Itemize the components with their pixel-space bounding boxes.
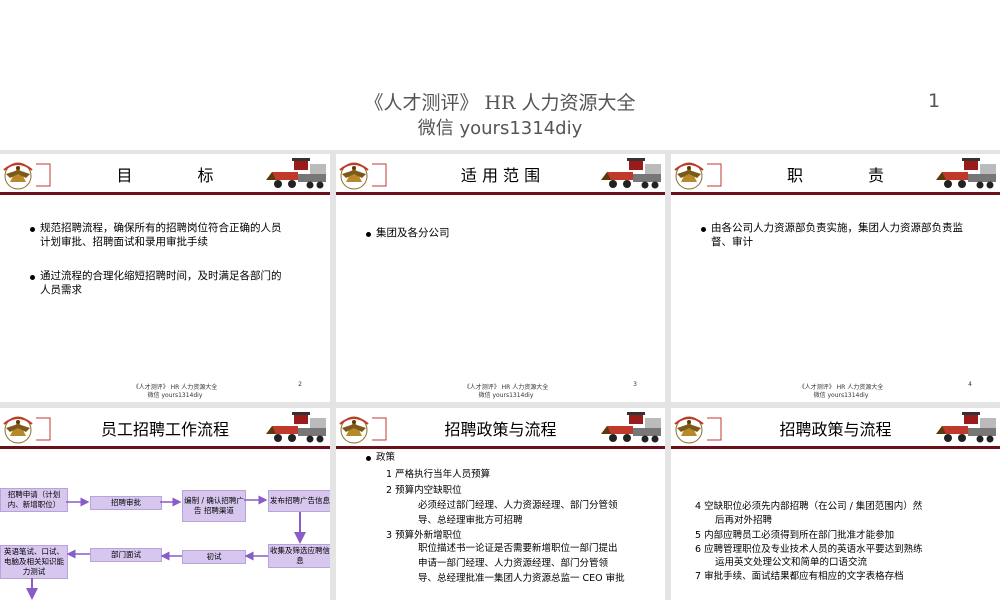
bullet-icon xyxy=(366,456,371,461)
page-title: 《人才测评》 HR 人力资源大全 xyxy=(364,92,636,114)
horse-wagon-icon xyxy=(936,158,998,190)
slide-footer: 《人才测评》 HR 人力资源大全 微信 yours1314diy xyxy=(451,384,561,400)
page-number: 1 xyxy=(928,90,941,112)
policy-item: 职位描述书一论证是否需要新增职位一部门提出 xyxy=(418,543,618,554)
slide-policy-1[interactable]: 招聘政策与流程 政策 1 严格执行当年人员预算 2 预算内空缺职位 必须经过部门… xyxy=(336,408,665,600)
policy-item: 7 审批手续、面试结果都应有相应的文字表格存档 xyxy=(695,571,904,582)
policy-item: 申请一部门经理、人力资源经理、部门分管领 xyxy=(418,558,609,569)
policy-item: 导、总经理批准一集团人力资源总监一 CEO 审批 xyxy=(418,573,625,584)
bullet-icon xyxy=(30,227,35,232)
policy-item: 必须经过部门经理、人力资源经理、部门分管领 xyxy=(418,500,618,511)
slide-footer: 《人才测评》 HR 人力资源大全 微信 yours1314diy xyxy=(786,384,896,400)
slide-page-number: 2 xyxy=(298,381,302,388)
horse-wagon-icon xyxy=(266,158,328,190)
page-subtitle: 微信 yours1314diy xyxy=(417,118,583,139)
policy-item: 1 严格执行当年人员预算 xyxy=(386,469,491,480)
policy-item: 5 内部应聘员工必须得到所在部门批准才能参加 xyxy=(695,530,895,541)
footer-line: 《人才测评》 HR 人力资源大全 xyxy=(132,384,218,391)
bullet-icon xyxy=(30,275,35,280)
policy-item: 3 预算外新增职位 xyxy=(386,530,462,541)
title-divider xyxy=(0,192,330,195)
horse-wagon-icon xyxy=(936,412,998,444)
policy-item: 4 空缺职位必须先内部招聘（在公司 / 集团范围内）然 xyxy=(695,501,923,512)
bullet-icon xyxy=(701,227,706,232)
slide-policy-2[interactable]: 招聘政策与流程 4 空缺职位必须先内部招聘（在公司 / 集团范围内）然 后再对外… xyxy=(671,408,1000,600)
footer-line: 《人才测评》 HR 人力资源大全 xyxy=(463,384,549,391)
title-divider xyxy=(671,446,1000,449)
footer-line: 微信 yours1314diy xyxy=(813,392,869,399)
flow-arrows xyxy=(26,495,306,600)
horse-wagon-icon xyxy=(601,412,663,444)
footer-line: 《人才测评》 HR 人力资源大全 xyxy=(798,384,884,391)
slide-recruitment-flow[interactable]: 员工招聘工作流程 招聘申请（计划内、新增职位） 招聘审批 编制 / 确认招聘广告… xyxy=(0,408,330,600)
horse-wagon-icon xyxy=(601,158,663,190)
bullet-icon xyxy=(366,232,371,237)
bullet-text: 通过流程的合理化缩短招聘时间，及时满足各部门的人员需求 xyxy=(40,270,282,296)
title-divider xyxy=(336,446,665,449)
bullet-text: 规范招聘流程，确保所有的招聘岗位符合正确的人员计划审批、招聘面试和录用审批手续 xyxy=(40,222,282,248)
policy-item: 6 应聘管理职位及专业技术人员的英语水平要达到熟练 xyxy=(695,544,923,555)
slide-footer: 《人才测评》 HR 人力资源大全 微信 yours1314diy xyxy=(120,384,230,400)
slide-scope[interactable]: 适 用 范 围 集团及各分公司 《人才测评》 HR 人力资源大全 微信 your… xyxy=(336,154,665,402)
policy-item: 2 预算内空缺职位 xyxy=(386,485,462,496)
bullet-text: 由各公司人力资源部负责实施，集团人力资源部负责监督、审计 xyxy=(711,222,963,248)
slide-page-number: 4 xyxy=(968,381,972,388)
policy-item: 运用英文处理公文和简单的口语交流 xyxy=(715,557,868,568)
footer-line: 微信 yours1314diy xyxy=(478,392,534,399)
bullet-text: 集团及各分公司 xyxy=(376,227,450,239)
slide-responsibilities[interactable]: 职 责 由各公司人力资源部负责实施，集团人力资源部负责监督、审计 《人才测评》 … xyxy=(671,154,1000,402)
title-divider xyxy=(336,192,665,195)
title-divider xyxy=(671,192,1000,195)
policy-item: 后再对外招聘 xyxy=(715,515,773,526)
policy-heading: 政策 xyxy=(376,452,396,463)
policy-item: 导、总经理审批方可招聘 xyxy=(418,515,523,526)
footer-line: 微信 yours1314diy xyxy=(147,392,203,399)
slide-page-number: 3 xyxy=(633,381,637,388)
slide-objectives[interactable]: 目 标 规范招聘流程，确保所有的招聘岗位符合正确的人员计划审批、招聘面试和录用审… xyxy=(0,154,330,402)
